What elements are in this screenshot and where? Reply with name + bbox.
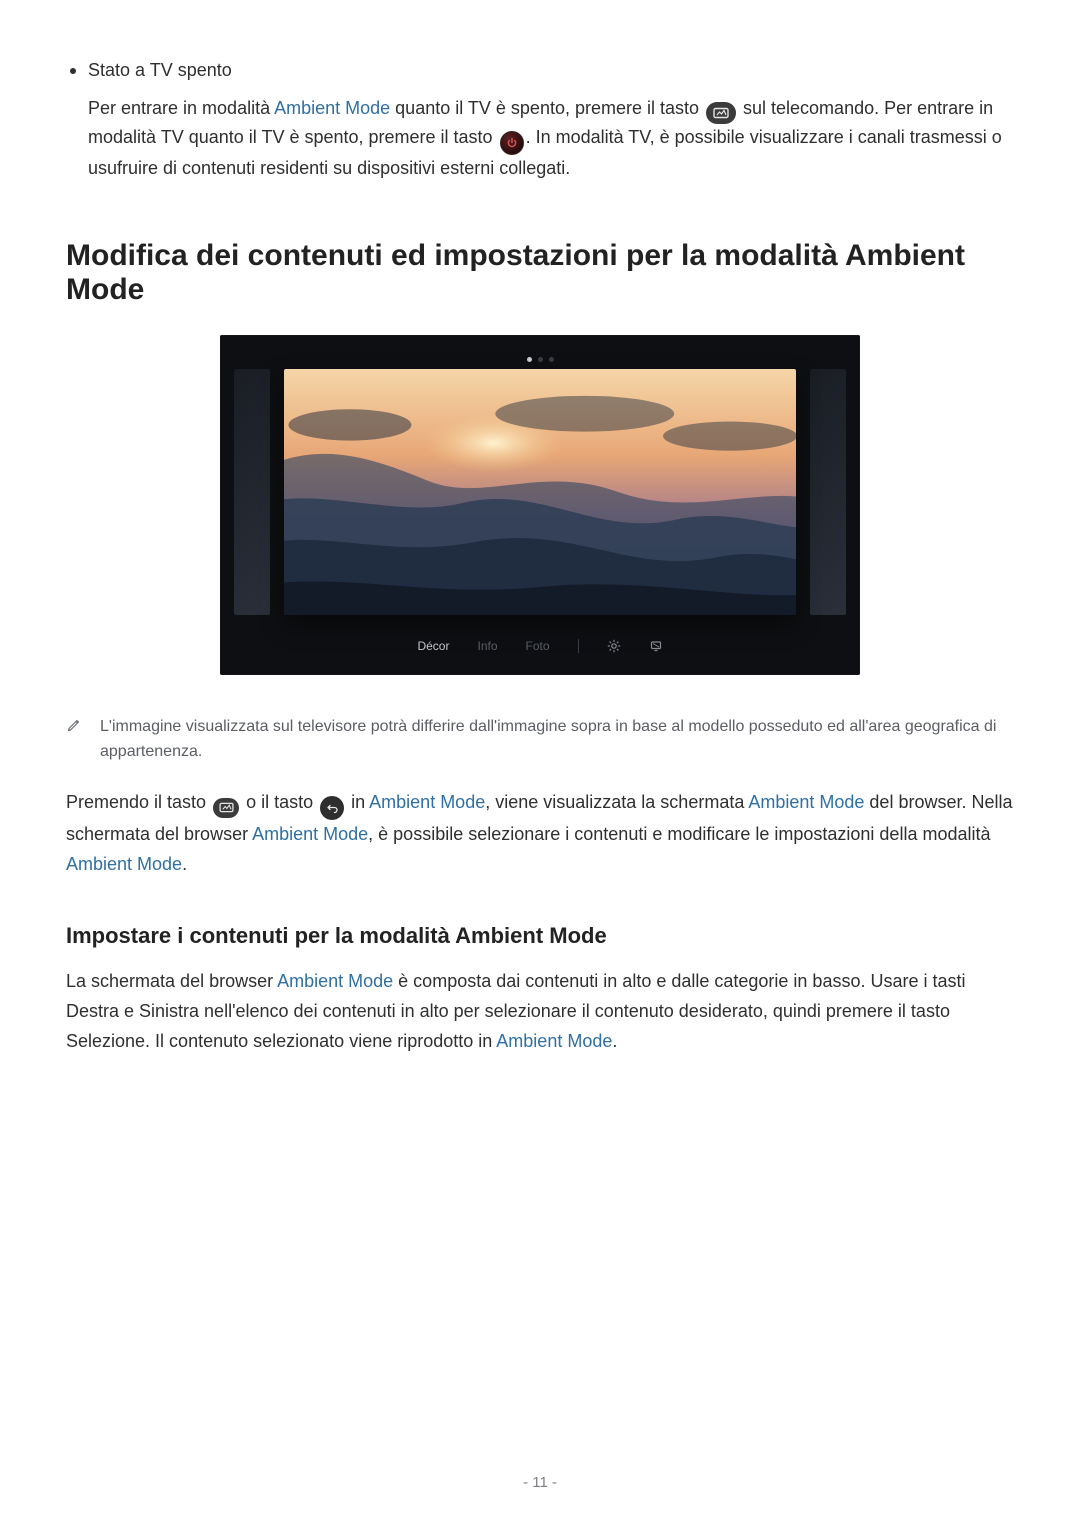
section-heading: Modifica dei contenuti ed impostazioni p…: [66, 239, 1014, 307]
text: , è possibile selezionare i contenuti e …: [368, 824, 990, 844]
carousel-main-image: [284, 369, 796, 615]
note-icon: [66, 717, 82, 765]
tab-info[interactable]: Info: [477, 639, 497, 653]
text: .: [612, 1031, 617, 1051]
carousel-prev-peek: [234, 369, 270, 615]
ambient-mode-link[interactable]: Ambient Mode: [66, 854, 182, 874]
ambient-mode-link[interactable]: Ambient Mode: [496, 1031, 612, 1051]
tv-screenshot: Décor Info Foto: [220, 335, 860, 675]
ambient-mode-link[interactable]: Ambient Mode: [252, 824, 368, 844]
separator: [578, 639, 579, 653]
subsection-heading: Impostare i contenuti per la modalità Am…: [66, 923, 1014, 949]
paragraph-1: Premendo il tasto o il tasto in Ambient …: [66, 788, 1014, 879]
screen-off-icon[interactable]: [649, 639, 663, 653]
ambient-mode-link[interactable]: Ambient Mode: [277, 971, 393, 991]
text: in: [346, 792, 369, 812]
text: La schermata del browser: [66, 971, 277, 991]
dot: [549, 357, 554, 362]
ambient-mode-link[interactable]: Ambient Mode: [274, 98, 390, 118]
power-button-icon: [500, 131, 524, 155]
dot: [538, 357, 543, 362]
ambient-button-icon: [213, 798, 239, 818]
text: , viene visualizzata la schermata: [485, 792, 748, 812]
page: Stato a TV spento Per entrare in modalit…: [0, 0, 1080, 1527]
note: L'immagine visualizzata sul televisore p…: [66, 715, 1014, 765]
bullet-list: Stato a TV spento Per entrare in modalit…: [66, 60, 1014, 183]
tab-foto[interactable]: Foto: [526, 639, 550, 653]
note-text: L'immagine visualizzata sul televisore p…: [100, 715, 1014, 765]
text: Per entrare in modalità: [88, 98, 274, 118]
bullet-title: Stato a TV spento: [88, 60, 1014, 81]
carousel-dots: [234, 349, 846, 365]
text: .: [182, 854, 187, 874]
text: Premendo il tasto: [66, 792, 211, 812]
back-button-icon: [320, 796, 344, 820]
paragraph-2: La schermata del browser Ambient Mode è …: [66, 967, 1014, 1056]
carousel-next-peek: [810, 369, 846, 615]
bullet-body: Per entrare in modalità Ambient Mode qua…: [88, 95, 1014, 183]
tv-bottom-bar: Décor Info Foto: [234, 627, 846, 665]
ambient-mode-link[interactable]: Ambient Mode: [748, 792, 864, 812]
bullet-item: Stato a TV spento Per entrare in modalit…: [88, 60, 1014, 183]
carousel: [234, 369, 846, 615]
dot-active: [527, 357, 532, 362]
text: quanto il TV è spento, premere il tasto: [390, 98, 704, 118]
settings-icon[interactable]: [607, 639, 621, 653]
page-number: - 11 -: [0, 1474, 1080, 1491]
ambient-button-icon: [706, 102, 736, 124]
text: o il tasto: [241, 792, 318, 812]
tab-decor[interactable]: Décor: [417, 639, 449, 653]
ambient-mode-link[interactable]: Ambient Mode: [369, 792, 485, 812]
